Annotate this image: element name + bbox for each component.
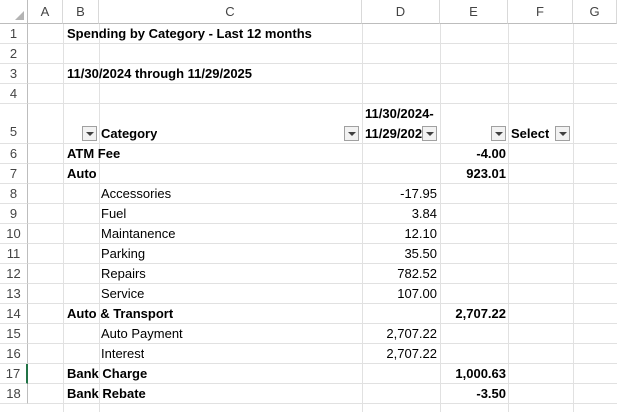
category-total[interactable]: -3.50 [441,384,506,404]
category-total[interactable]: 923.01 [441,164,506,184]
report-title[interactable]: Spending by Category - Last 12 months [67,24,312,44]
category-total[interactable]: 2,707.22 [441,304,506,324]
row-header-12[interactable]: 12 [0,264,28,284]
subcategory-label[interactable]: Service [101,284,144,304]
row-header-6[interactable]: 6 [0,144,28,164]
column-header-d[interactable]: D [362,0,440,24]
subcategory-amount[interactable]: 107.00 [363,284,437,304]
row-header-18[interactable]: 18 [0,384,28,404]
filter-button-d[interactable] [422,126,437,141]
grid-line [63,24,64,412]
column-header-a[interactable]: A [28,0,63,24]
filter-button-b[interactable] [82,126,97,141]
row-header-11[interactable]: 11 [0,244,28,264]
row-header-14[interactable]: 14 [0,304,28,324]
row-header-9[interactable]: 9 [0,204,28,224]
filter-button-f[interactable] [555,126,570,141]
subcategory-amount[interactable]: 2,707.22 [363,344,437,364]
chevron-down-icon [347,131,356,136]
select-all-icon [15,11,24,20]
subcategory-label[interactable]: Maintanence [101,224,175,244]
subcategory-amount[interactable]: 2,707.22 [363,324,437,344]
column-header-e[interactable]: E [440,0,508,24]
grid-row [28,44,617,64]
row-header-17[interactable]: 17 [0,364,28,384]
row-header-15[interactable]: 15 [0,324,28,344]
category-total[interactable]: 1,000.63 [441,364,506,384]
category-label[interactable]: Auto [67,164,97,184]
grid-line [573,24,574,412]
header-period-line2[interactable]: 11/29/202 [365,124,423,144]
chevron-down-icon [558,131,567,136]
subcategory-label[interactable]: Accessories [101,184,171,204]
row-header-1[interactable]: 1 [0,24,28,44]
filter-button-e[interactable] [491,126,506,141]
column-header-b[interactable]: B [63,0,99,24]
subcategory-label[interactable]: Repairs [101,264,146,284]
header-category[interactable]: Category [101,124,157,144]
column-header-f[interactable]: F [508,0,573,24]
category-label[interactable]: Bank Charge [67,364,147,384]
header-select[interactable]: Select [511,124,549,144]
chevron-down-icon [425,131,434,136]
subcategory-label[interactable]: Interest [101,344,144,364]
filter-button-c[interactable] [344,126,359,141]
row-header-2[interactable]: 2 [0,44,28,64]
grid-row [28,84,617,104]
column-header-g[interactable]: G [573,0,617,24]
subcategory-label[interactable]: Auto Payment [101,324,183,344]
select-all-corner[interactable] [0,0,28,24]
grid-row [28,164,617,184]
subcategory-amount[interactable]: 782.52 [363,264,437,284]
subcategory-amount[interactable]: -17.95 [363,184,437,204]
row-header-4[interactable]: 4 [0,84,28,104]
chevron-down-icon [85,131,94,136]
row-header-13[interactable]: 13 [0,284,28,304]
date-range[interactable]: 11/30/2024 through 11/29/2025 [67,64,252,84]
subcategory-label[interactable]: Parking [101,244,145,264]
grid-line [440,24,441,412]
row-header-3[interactable]: 3 [0,64,28,84]
row-header-7[interactable]: 7 [0,164,28,184]
chevron-down-icon [494,131,503,136]
subcategory-label[interactable]: Fuel [101,204,126,224]
subcategory-amount[interactable]: 3.84 [363,204,437,224]
subcategory-amount[interactable]: 12.10 [363,224,437,244]
header-period-line1[interactable]: 11/30/2024- [365,104,437,124]
row-header-5[interactable]: 5 [0,104,28,144]
category-total[interactable]: -4.00 [441,144,506,164]
column-header-c[interactable]: C [99,0,362,24]
spreadsheet: A B C D E F G 1 2 3 4 5 6 7 8 9 10 11 12 13 14 15 16 17 18 Spendi… [0,0,617,412]
category-label[interactable]: ATM Fee [67,144,120,164]
row-header-8[interactable]: 8 [0,184,28,204]
category-label[interactable]: Auto & Transport [67,304,173,324]
subcategory-amount[interactable]: 35.50 [363,244,437,264]
row-header-10[interactable]: 10 [0,224,28,244]
grid-line [508,24,509,412]
category-label[interactable]: Bank Rebate [67,384,146,404]
row-header-16[interactable]: 16 [0,344,28,364]
